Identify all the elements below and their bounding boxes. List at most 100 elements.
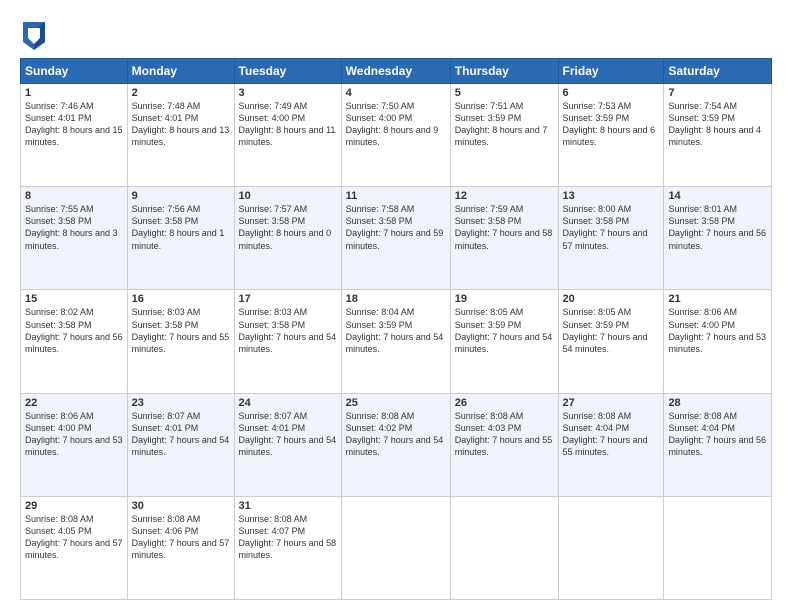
day-content: Sunrise: 8:08 AMSunset: 4:03 PMDaylight:… <box>455 410 554 459</box>
day-number: 26 <box>455 397 554 409</box>
day-number: 22 <box>25 397 123 409</box>
day-content: Sunrise: 8:06 AMSunset: 4:00 PMDaylight:… <box>668 306 767 355</box>
day-content: Sunrise: 7:53 AMSunset: 3:59 PMDaylight:… <box>563 100 660 149</box>
col-header-monday: Monday <box>127 59 234 84</box>
day-content: Sunrise: 7:50 AMSunset: 4:00 PMDaylight:… <box>346 100 446 149</box>
day-number: 5 <box>455 87 554 99</box>
day-cell: 1Sunrise: 7:46 AMSunset: 4:01 PMDaylight… <box>21 84 128 187</box>
day-content: Sunrise: 7:58 AMSunset: 3:58 PMDaylight:… <box>346 203 446 252</box>
day-number: 24 <box>239 397 337 409</box>
day-number: 3 <box>239 87 337 99</box>
day-number: 12 <box>455 190 554 202</box>
day-cell: 13Sunrise: 8:00 AMSunset: 3:58 PMDayligh… <box>558 187 664 290</box>
day-content: Sunrise: 8:07 AMSunset: 4:01 PMDaylight:… <box>132 410 230 459</box>
day-content: Sunrise: 8:08 AMSunset: 4:05 PMDaylight:… <box>25 513 123 562</box>
day-cell <box>664 496 772 599</box>
day-cell: 11Sunrise: 7:58 AMSunset: 3:58 PMDayligh… <box>341 187 450 290</box>
day-number: 31 <box>239 500 337 512</box>
logo-icon <box>23 22 45 50</box>
day-content: Sunrise: 8:08 AMSunset: 4:06 PMDaylight:… <box>132 513 230 562</box>
col-header-sunday: Sunday <box>21 59 128 84</box>
day-cell: 2Sunrise: 7:48 AMSunset: 4:01 PMDaylight… <box>127 84 234 187</box>
week-row-5: 29Sunrise: 8:08 AMSunset: 4:05 PMDayligh… <box>21 496 772 599</box>
day-content: Sunrise: 8:08 AMSunset: 4:04 PMDaylight:… <box>563 410 660 459</box>
day-cell: 22Sunrise: 8:06 AMSunset: 4:00 PMDayligh… <box>21 393 128 496</box>
day-cell: 19Sunrise: 8:05 AMSunset: 3:59 PMDayligh… <box>450 290 558 393</box>
day-number: 4 <box>346 87 446 99</box>
day-content: Sunrise: 7:48 AMSunset: 4:01 PMDaylight:… <box>132 100 230 149</box>
day-cell: 5Sunrise: 7:51 AMSunset: 3:59 PMDaylight… <box>450 84 558 187</box>
day-content: Sunrise: 7:54 AMSunset: 3:59 PMDaylight:… <box>668 100 767 149</box>
day-number: 1 <box>25 87 123 99</box>
day-content: Sunrise: 8:05 AMSunset: 3:59 PMDaylight:… <box>455 306 554 355</box>
day-cell: 25Sunrise: 8:08 AMSunset: 4:02 PMDayligh… <box>341 393 450 496</box>
day-content: Sunrise: 7:57 AMSunset: 3:58 PMDaylight:… <box>239 203 337 252</box>
day-content: Sunrise: 7:46 AMSunset: 4:01 PMDaylight:… <box>25 100 123 149</box>
col-header-thursday: Thursday <box>450 59 558 84</box>
col-header-tuesday: Tuesday <box>234 59 341 84</box>
day-content: Sunrise: 8:04 AMSunset: 3:59 PMDaylight:… <box>346 306 446 355</box>
day-content: Sunrise: 8:00 AMSunset: 3:58 PMDaylight:… <box>563 203 660 252</box>
day-content: Sunrise: 8:08 AMSunset: 4:02 PMDaylight:… <box>346 410 446 459</box>
day-content: Sunrise: 7:56 AMSunset: 3:58 PMDaylight:… <box>132 203 230 252</box>
day-cell: 9Sunrise: 7:56 AMSunset: 3:58 PMDaylight… <box>127 187 234 290</box>
day-cell: 4Sunrise: 7:50 AMSunset: 4:00 PMDaylight… <box>341 84 450 187</box>
day-cell: 6Sunrise: 7:53 AMSunset: 3:59 PMDaylight… <box>558 84 664 187</box>
day-cell: 17Sunrise: 8:03 AMSunset: 3:58 PMDayligh… <box>234 290 341 393</box>
week-row-3: 15Sunrise: 8:02 AMSunset: 3:58 PMDayligh… <box>21 290 772 393</box>
day-cell: 16Sunrise: 8:03 AMSunset: 3:58 PMDayligh… <box>127 290 234 393</box>
day-number: 15 <box>25 293 123 305</box>
day-cell: 14Sunrise: 8:01 AMSunset: 3:58 PMDayligh… <box>664 187 772 290</box>
day-content: Sunrise: 8:03 AMSunset: 3:58 PMDaylight:… <box>239 306 337 355</box>
day-number: 19 <box>455 293 554 305</box>
day-number: 11 <box>346 190 446 202</box>
day-content: Sunrise: 8:07 AMSunset: 4:01 PMDaylight:… <box>239 410 337 459</box>
col-header-friday: Friday <box>558 59 664 84</box>
day-cell: 18Sunrise: 8:04 AMSunset: 3:59 PMDayligh… <box>341 290 450 393</box>
day-number: 2 <box>132 87 230 99</box>
day-number: 7 <box>668 87 767 99</box>
day-number: 16 <box>132 293 230 305</box>
logo <box>20 22 45 50</box>
calendar-table: SundayMondayTuesdayWednesdayThursdayFrid… <box>20 58 772 600</box>
header <box>20 18 772 50</box>
day-cell <box>341 496 450 599</box>
day-cell: 21Sunrise: 8:06 AMSunset: 4:00 PMDayligh… <box>664 290 772 393</box>
col-header-saturday: Saturday <box>664 59 772 84</box>
week-row-4: 22Sunrise: 8:06 AMSunset: 4:00 PMDayligh… <box>21 393 772 496</box>
day-number: 17 <box>239 293 337 305</box>
day-cell: 30Sunrise: 8:08 AMSunset: 4:06 PMDayligh… <box>127 496 234 599</box>
day-number: 13 <box>563 190 660 202</box>
week-row-1: 1Sunrise: 7:46 AMSunset: 4:01 PMDaylight… <box>21 84 772 187</box>
day-content: Sunrise: 8:08 AMSunset: 4:04 PMDaylight:… <box>668 410 767 459</box>
day-cell <box>558 496 664 599</box>
day-number: 8 <box>25 190 123 202</box>
day-cell: 8Sunrise: 7:55 AMSunset: 3:58 PMDaylight… <box>21 187 128 290</box>
day-number: 10 <box>239 190 337 202</box>
week-row-2: 8Sunrise: 7:55 AMSunset: 3:58 PMDaylight… <box>21 187 772 290</box>
day-number: 28 <box>668 397 767 409</box>
day-number: 9 <box>132 190 230 202</box>
day-number: 23 <box>132 397 230 409</box>
day-content: Sunrise: 7:59 AMSunset: 3:58 PMDaylight:… <box>455 203 554 252</box>
day-cell: 15Sunrise: 8:02 AMSunset: 3:58 PMDayligh… <box>21 290 128 393</box>
day-cell: 3Sunrise: 7:49 AMSunset: 4:00 PMDaylight… <box>234 84 341 187</box>
day-number: 25 <box>346 397 446 409</box>
day-cell: 10Sunrise: 7:57 AMSunset: 3:58 PMDayligh… <box>234 187 341 290</box>
day-cell: 20Sunrise: 8:05 AMSunset: 3:59 PMDayligh… <box>558 290 664 393</box>
day-cell: 28Sunrise: 8:08 AMSunset: 4:04 PMDayligh… <box>664 393 772 496</box>
day-content: Sunrise: 8:05 AMSunset: 3:59 PMDaylight:… <box>563 306 660 355</box>
day-content: Sunrise: 8:06 AMSunset: 4:00 PMDaylight:… <box>25 410 123 459</box>
day-content: Sunrise: 8:03 AMSunset: 3:58 PMDaylight:… <box>132 306 230 355</box>
day-number: 14 <box>668 190 767 202</box>
day-cell: 29Sunrise: 8:08 AMSunset: 4:05 PMDayligh… <box>21 496 128 599</box>
day-content: Sunrise: 8:02 AMSunset: 3:58 PMDaylight:… <box>25 306 123 355</box>
day-cell: 31Sunrise: 8:08 AMSunset: 4:07 PMDayligh… <box>234 496 341 599</box>
day-cell: 24Sunrise: 8:07 AMSunset: 4:01 PMDayligh… <box>234 393 341 496</box>
day-cell: 23Sunrise: 8:07 AMSunset: 4:01 PMDayligh… <box>127 393 234 496</box>
day-cell: 12Sunrise: 7:59 AMSunset: 3:58 PMDayligh… <box>450 187 558 290</box>
day-number: 20 <box>563 293 660 305</box>
day-number: 18 <box>346 293 446 305</box>
day-cell: 26Sunrise: 8:08 AMSunset: 4:03 PMDayligh… <box>450 393 558 496</box>
day-cell <box>450 496 558 599</box>
